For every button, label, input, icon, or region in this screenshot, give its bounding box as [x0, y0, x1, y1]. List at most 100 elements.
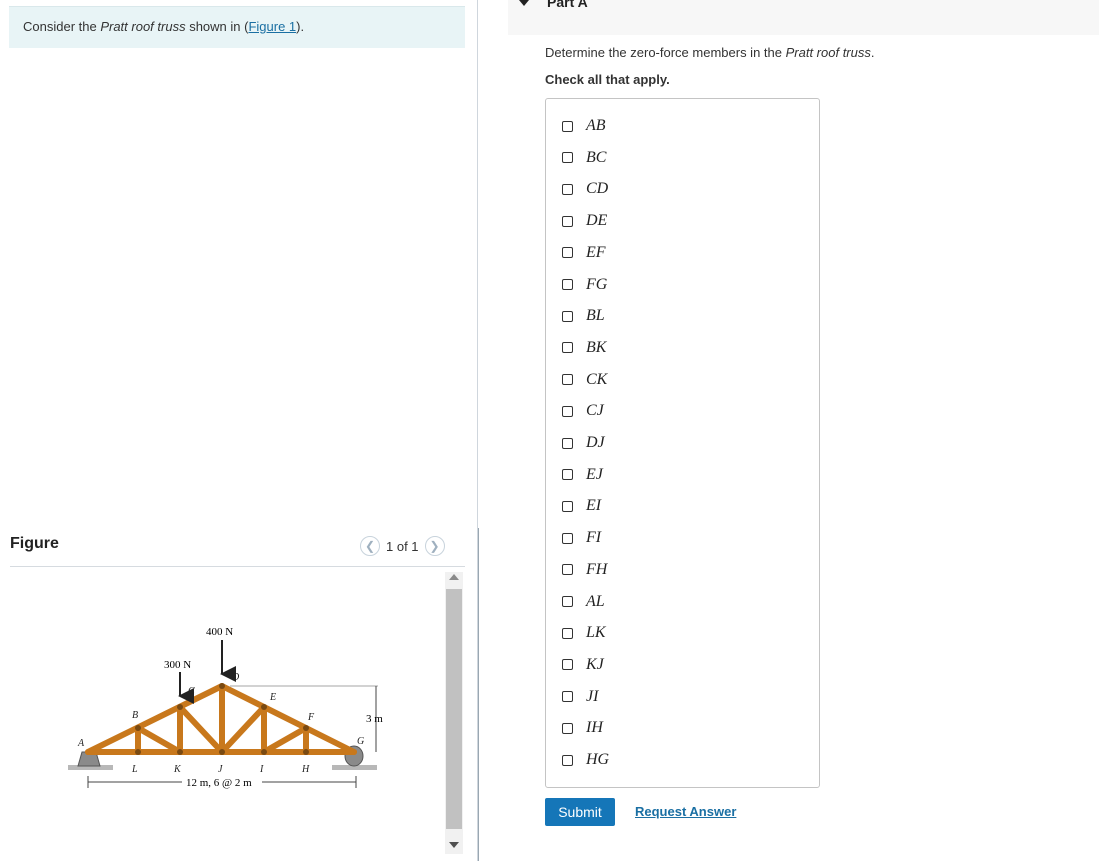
checkbox[interactable]: [562, 659, 573, 671]
checkbox[interactable]: [562, 564, 573, 576]
option-bk[interactable]: BK: [562, 338, 606, 358]
option-kj[interactable]: KJ: [562, 655, 604, 675]
figure-link[interactable]: Figure 1: [248, 19, 296, 34]
option-ck[interactable]: CK: [562, 370, 607, 390]
figure-title: Figure: [10, 535, 59, 552]
option-fi[interactable]: FI: [562, 528, 601, 548]
figure-divider: [10, 566, 465, 567]
option-label: AL: [586, 592, 605, 610]
span-label: 12 m, 6 @ 2 m: [186, 777, 252, 789]
checkbox[interactable]: [562, 596, 573, 607]
checkbox[interactable]: [562, 247, 573, 259]
option-label: FG: [586, 275, 608, 293]
checkbox[interactable]: [562, 469, 573, 481]
question-suffix: .: [870, 45, 875, 60]
option-label: FI: [586, 529, 602, 547]
option-hg[interactable]: HG: [562, 750, 609, 770]
question-prefix: Determine the zero-force members in the: [545, 45, 786, 60]
load-label-400: 400 N: [206, 626, 233, 638]
option-cd[interactable]: CD: [562, 179, 608, 199]
option-ej[interactable]: EJ: [562, 465, 603, 485]
joint-label-a: A: [77, 738, 85, 749]
height-label: 3 m: [366, 713, 383, 725]
option-label: BK: [586, 338, 607, 356]
option-al[interactable]: AL: [562, 592, 605, 612]
joint-label-k: K: [173, 764, 182, 775]
load-label-300: 300 N: [164, 659, 191, 671]
option-fh[interactable]: FH: [562, 560, 607, 580]
joint-label-g: G: [357, 736, 364, 747]
option-label: LK: [586, 624, 606, 642]
checkbox[interactable]: [562, 120, 573, 132]
checkbox[interactable]: [562, 342, 573, 354]
option-label: FH: [586, 560, 608, 578]
problem-statement: Consider the Pratt roof truss shown in (…: [9, 6, 465, 48]
option-ef[interactable]: EF: [562, 243, 606, 263]
checkbox[interactable]: [562, 405, 573, 417]
pane-divider-handle[interactable]: [478, 528, 479, 861]
joint-label-d: D: [231, 672, 240, 683]
intro-prefix: Consider the: [23, 19, 101, 34]
checkbox[interactable]: [562, 215, 573, 227]
option-bl[interactable]: BL: [562, 306, 605, 326]
checkbox[interactable]: [562, 279, 573, 290]
option-label: EI: [586, 497, 602, 515]
checkbox[interactable]: [562, 754, 573, 766]
joint-label-e: E: [269, 692, 276, 703]
option-de[interactable]: DE: [562, 211, 607, 231]
option-label: EF: [586, 243, 606, 261]
checkbox[interactable]: [562, 691, 573, 703]
checkbox[interactable]: [562, 152, 573, 164]
checkbox[interactable]: [562, 183, 573, 195]
next-figure-button[interactable]: ❯: [424, 536, 445, 556]
option-label: CJ: [586, 402, 604, 420]
checkbox[interactable]: [562, 437, 573, 449]
option-label: BC: [586, 148, 607, 166]
checkbox[interactable]: [562, 374, 573, 386]
prev-figure-button[interactable]: ❮: [360, 536, 380, 556]
figure-pager: ❮ 1 of 1 ❯: [360, 536, 445, 556]
option-dj[interactable]: DJ: [562, 433, 605, 453]
option-label: HG: [586, 751, 610, 768]
checkbox[interactable]: [562, 500, 573, 512]
option-ab[interactable]: AB: [562, 116, 606, 136]
option-label: AB: [586, 117, 606, 134]
option-label: CK: [586, 370, 608, 388]
joint-label-c: C: [188, 686, 195, 697]
question-text: Determine the zero-force members in the …: [545, 45, 874, 60]
pratt-truss-figure: 400 N 300 N A B C D E F G L K J I H 3 m …: [68, 626, 383, 789]
checkbox[interactable]: [562, 627, 573, 639]
joint-label-f: F: [307, 712, 315, 723]
intro-middle: shown in (: [185, 19, 249, 34]
option-lk[interactable]: LK: [562, 623, 606, 643]
option-label: JI: [586, 687, 599, 705]
intro-italic: Pratt roof truss: [100, 19, 186, 34]
option-cj[interactable]: CJ: [562, 401, 604, 421]
joint-label-h: H: [301, 764, 310, 775]
joint-label-l: L: [131, 764, 138, 775]
scrollbar-thumb[interactable]: [446, 589, 462, 829]
option-bc[interactable]: BC: [562, 148, 606, 168]
checkbox[interactable]: [562, 310, 573, 322]
collapse-arrow-icon[interactable]: [519, 0, 529, 6]
option-ei[interactable]: EI: [562, 496, 601, 516]
scroll-down-arrow-icon[interactable]: [449, 842, 459, 848]
pager-text: 1 of 1: [386, 538, 419, 554]
options-list: AB BC CD DE EF FG BL BK CK CJ DJ EJ EI FI FH AL LK KJ JI IH…: [545, 98, 820, 788]
joint-label-i: I: [259, 764, 264, 775]
checkbox[interactable]: [562, 532, 573, 544]
option-label: DE: [586, 212, 608, 230]
scroll-up-arrow-icon[interactable]: [449, 574, 459, 580]
option-fg[interactable]: FG: [562, 275, 607, 295]
option-ji[interactable]: JI: [562, 687, 598, 707]
option-label: IH: [586, 719, 603, 737]
joint-label-b: B: [132, 710, 138, 721]
option-label: KJ: [586, 655, 604, 673]
figure-scrollbar[interactable]: [445, 572, 463, 854]
checkbox[interactable]: [562, 722, 573, 734]
request-answer-link[interactable]: Request Answer: [635, 804, 736, 819]
submit-button[interactable]: Submit: [545, 798, 615, 826]
part-header[interactable]: [508, 0, 1099, 35]
option-ih[interactable]: IH: [562, 718, 603, 738]
option-label: BL: [586, 307, 605, 325]
